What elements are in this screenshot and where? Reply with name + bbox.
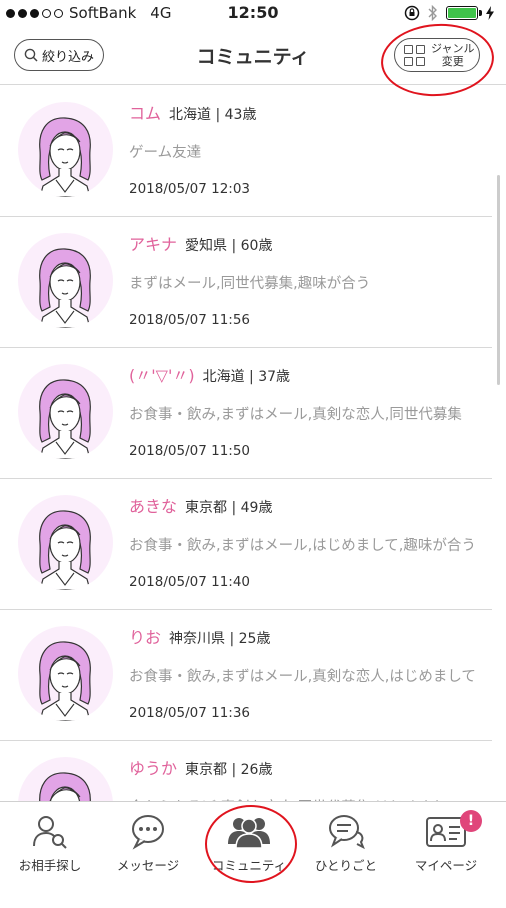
- list-item[interactable]: アキナ 愛知県 | 60歳 まずはメール,同世代募集,趣味が合う 2018/05/…: [0, 216, 492, 348]
- poster-age: 60歳: [240, 238, 273, 254]
- poster-name: アキナ 愛知県 | 60歳: [129, 231, 272, 255]
- poster-name: (〃'▽'〃) 北海道 | 37歳: [129, 362, 290, 386]
- tab-label: マイページ: [414, 858, 478, 873]
- poster-prefecture: 北海道: [202, 369, 245, 385]
- post-message: お食事・飲み,まずはメール,はじめまして,趣味が合う: [129, 538, 476, 554]
- avatar-illustration: [39, 510, 91, 590]
- speech-bubble-icon: [132, 815, 164, 850]
- battery-icon: [446, 6, 482, 20]
- list-item[interactable]: コム 北海道 | 43歳 ゲーム友達 2018/05/07 12:03: [0, 85, 492, 217]
- poster-meta: 北海道 | 43歳: [169, 107, 257, 123]
- battery-fill: [448, 8, 476, 18]
- avatar[interactable]: [18, 233, 113, 328]
- bluetooth-icon: [428, 5, 437, 21]
- poster-name-text: あきな: [129, 497, 178, 516]
- tab-message[interactable]: メッセージ: [98, 812, 198, 882]
- scrollbar[interactable]: [497, 175, 500, 385]
- poster-name: ゆうか 東京都 | 26歳: [129, 755, 272, 779]
- poster-name: コム 北海道 | 43歳: [129, 100, 256, 124]
- genre-change-label-line2: 変更: [441, 55, 464, 68]
- tab-community[interactable]: コミュニティ: [199, 812, 299, 882]
- list-item[interactable]: (〃'▽'〃) 北海道 | 37歳 お食事・飲み,まずはメール,真剣な恋人,同世代…: [0, 347, 492, 479]
- list-item[interactable]: あきな 東京都 | 49歳 お食事・飲み,まずはメール,はじめまして,趣味が合う …: [0, 478, 492, 610]
- poster-name-text: りお: [129, 628, 162, 647]
- poster-prefecture: 東京都: [185, 762, 228, 778]
- poster-name-text: ゆうか: [129, 759, 178, 778]
- poster-meta: 東京都 | 26歳: [185, 762, 273, 778]
- tab-label: ひとりごと: [314, 858, 378, 873]
- status-bar: SoftBank 4G 12:50: [0, 0, 506, 26]
- charging-bolt-icon: [486, 6, 494, 20]
- grid-icon: [404, 44, 425, 66]
- list-item[interactable]: りお 神奈川県 | 25歳 お食事・飲み,まずはメール,真剣な恋人,はじめまして …: [0, 609, 492, 741]
- rotation-lock-icon: [404, 5, 420, 21]
- poster-prefecture: 愛知県: [185, 238, 228, 254]
- poster-name-text: アキナ: [129, 235, 178, 254]
- post-date: 2018/05/07 11:36: [129, 705, 251, 721]
- post-date: 2018/05/07 12:03: [129, 181, 251, 197]
- tab-label: お相手探し: [18, 858, 82, 873]
- notification-badge: !: [460, 810, 482, 832]
- poster-name-text: (〃'▽'〃): [129, 366, 195, 385]
- avatar[interactable]: [18, 102, 113, 197]
- poster-prefecture: 東京都: [185, 500, 228, 516]
- avatar[interactable]: [18, 626, 113, 721]
- poster-name: りお 神奈川県 | 25歳: [129, 624, 270, 648]
- poster-name: あきな 東京都 | 49歳: [129, 493, 272, 517]
- search-person-icon: [33, 816, 67, 849]
- list-item[interactable]: ゆうか東京都 | 26歳 今からあそぼ,真剣な恋人,同世代募集,はじめまして: [0, 740, 492, 801]
- avatar[interactable]: [18, 757, 113, 801]
- post-date: 2018/05/07 11:40: [129, 574, 251, 590]
- post-message: まずはメール,同世代募集,趣味が合う: [129, 276, 371, 292]
- poster-age: 49歳: [240, 500, 273, 516]
- avatar[interactable]: [18, 495, 113, 590]
- community-post-list[interactable]: コム 北海道 | 43歳 ゲーム友達 2018/05/07 12:03 アキナ 愛知…: [0, 85, 506, 801]
- post-date: 2018/05/07 11:56: [129, 312, 251, 328]
- genre-change-label: ジャンル 変更: [431, 42, 474, 68]
- filter-button-label: 絞り込み: [41, 49, 94, 65]
- avatar-illustration: [39, 641, 91, 721]
- post-message: お食事・飲み,まずはメール,真剣な恋人,同世代募集: [129, 407, 462, 423]
- poster-meta: 東京都 | 49歳: [185, 500, 273, 516]
- poster-age: 43歳: [224, 107, 257, 123]
- poster-prefecture: 北海道: [169, 107, 212, 123]
- avatar[interactable]: [18, 364, 113, 459]
- chat-bubble-icon: [329, 815, 365, 850]
- tab-search-partner[interactable]: お相手探し: [0, 812, 100, 882]
- poster-age: 26歳: [240, 762, 273, 778]
- poster-prefecture: 神奈川県: [169, 631, 226, 647]
- poster-meta: 愛知県 | 60歳: [185, 238, 273, 254]
- poster-name-text: コム: [129, 104, 162, 123]
- tab-label: コミュニティ: [211, 858, 287, 873]
- tab-monologue[interactable]: ひとりごと: [296, 812, 396, 882]
- genre-change-label-line1: ジャンル: [431, 42, 475, 55]
- group-icon: [228, 818, 270, 849]
- tab-bar: お相手探し メッセージ コミュニティ ひとりごと ! マイページ: [0, 801, 506, 908]
- avatar-illustration: [39, 379, 91, 459]
- search-icon: [24, 48, 38, 62]
- navigation-bar: 絞り込み コミュニティ ジャンル 変更: [0, 26, 506, 85]
- post-date: 2018/05/07 11:50: [129, 443, 251, 459]
- tab-mypage[interactable]: ! マイページ: [396, 810, 496, 882]
- post-message: お食事・飲み,まずはメール,真剣な恋人,はじめまして: [129, 669, 476, 685]
- poster-age: 37歳: [258, 369, 291, 385]
- avatar-illustration: [39, 772, 91, 801]
- status-right: [404, 5, 494, 21]
- genre-change-button[interactable]: ジャンル 変更: [394, 38, 480, 72]
- avatar-illustration: [39, 248, 91, 328]
- poster-meta: 神奈川県 | 25歳: [169, 631, 271, 647]
- poster-meta: 北海道 | 37歳: [202, 369, 291, 385]
- avatar-illustration: [39, 117, 91, 197]
- filter-button[interactable]: 絞り込み: [14, 39, 104, 71]
- post-message: ゲーム友達: [129, 145, 202, 161]
- tab-label: メッセージ: [116, 858, 180, 873]
- poster-age: 25歳: [238, 631, 271, 647]
